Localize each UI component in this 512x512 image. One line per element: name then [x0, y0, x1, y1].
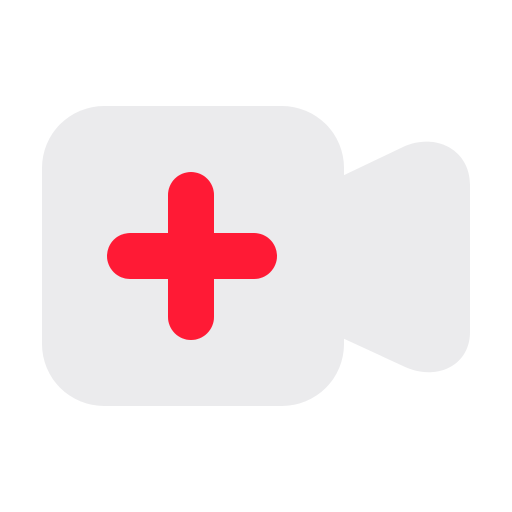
- add-video-icon: [42, 106, 470, 406]
- video-camera-lens: [338, 141, 470, 373]
- icon-canvas: [0, 0, 512, 512]
- plus-horizontal-bar: [107, 233, 277, 279]
